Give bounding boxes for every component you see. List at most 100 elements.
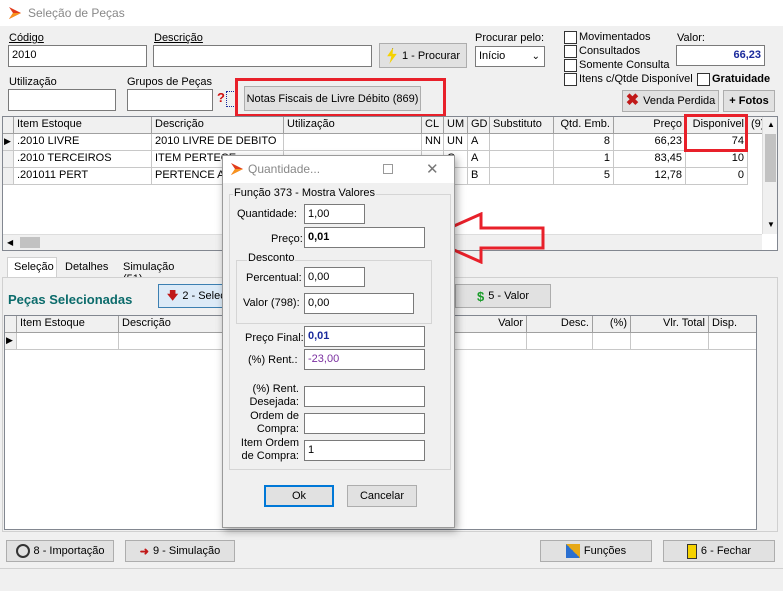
hscroll-thumb[interactable] <box>20 237 40 248</box>
valor-798-label: Valor (798): <box>243 297 300 309</box>
descricao-input[interactable] <box>153 45 372 67</box>
cancelar-button[interactable]: Cancelar <box>347 485 417 507</box>
table-cell[interactable] <box>490 134 554 151</box>
table-cell[interactable]: .201011 PERT <box>14 168 152 185</box>
table-cell[interactable]: 5 <box>554 168 614 185</box>
chevron-down-icon: ⌄ <box>531 51 540 62</box>
codigo-input[interactable]: 2010 <box>8 45 147 67</box>
item-ordem-input[interactable]: 1 <box>304 440 425 461</box>
quantidade-input[interactable]: 1,00 <box>304 204 365 224</box>
grupos-label: Grupos de Peças <box>127 76 212 88</box>
col-sel-disp[interactable]: Disp. <box>709 316 756 333</box>
table-cell[interactable] <box>490 168 554 185</box>
col-qtd-emb[interactable]: Qtd. Emb. <box>554 117 614 134</box>
tab-detalhes[interactable]: Detalhes <box>59 259 115 277</box>
scroll-down-icon[interactable]: ▼ <box>767 220 775 229</box>
table-cell[interactable]: .2010 TERCEIROS <box>14 151 152 168</box>
table-cell[interactable]: A <box>468 151 490 168</box>
col-utilizacao[interactable]: Utilização <box>284 117 422 134</box>
procurar-button[interactable]: 1 - Procurar <box>379 43 467 68</box>
table-cell[interactable] <box>593 333 631 350</box>
preco-input[interactable]: 0,01 <box>304 227 425 248</box>
venda-perdida-button[interactable]: ✖ Venda Perdida <box>622 90 719 112</box>
col-cl[interactable]: CL <box>422 117 444 134</box>
percentual-input[interactable]: 0,00 <box>304 267 365 287</box>
scroll-thumb[interactable] <box>765 134 776 182</box>
tab-selecao[interactable]: Seleção <box>7 257 57 277</box>
arrow-right-icon: ➜ <box>139 545 149 558</box>
selecionar-button[interactable]: 🡇 2 - Selec <box>158 284 228 308</box>
col-substituto[interactable]: Substituto <box>490 117 554 134</box>
ok-button[interactable]: Ok <box>264 485 334 507</box>
fechar-button[interactable]: 6 - Fechar <box>663 540 775 562</box>
close-icon: ✖ <box>625 92 640 109</box>
table-cell[interactable]: 1 <box>554 151 614 168</box>
col-sel-valor[interactable]: Valor <box>455 316 527 333</box>
rent-desejada-input[interactable] <box>304 386 425 407</box>
table-cell[interactable]: NN <box>422 134 444 151</box>
consultados-checkbox[interactable] <box>564 45 577 58</box>
table-cell[interactable]: A <box>468 134 490 151</box>
maximize-icon[interactable] <box>383 164 393 174</box>
table-cell[interactable] <box>631 333 709 350</box>
col-sel-desc[interactable]: Desc. <box>527 316 593 333</box>
fotos-button[interactable]: + Fotos <box>723 90 775 112</box>
table-cell[interactable] <box>709 333 756 350</box>
col-preco[interactable]: Preço <box>614 117 686 134</box>
itens-qtde-checkbox[interactable] <box>564 73 577 86</box>
importacao-button[interactable]: 8 - Importação <box>6 540 114 562</box>
table-cell[interactable]: 83,45 <box>614 151 686 168</box>
table-cell[interactable]: 66,23 <box>614 134 686 151</box>
funcoes-button[interactable]: Funções <box>540 540 652 562</box>
table-cell[interactable]: .2010 LIVRE <box>14 134 152 151</box>
question-icon[interactable]: ? <box>217 90 225 105</box>
table-cell[interactable]: 2010 LIVRE DE DEBITO <box>152 134 284 151</box>
scroll-up-icon[interactable]: ▲ <box>767 120 775 129</box>
vertical-scrollbar[interactable]: ▲ ▼ <box>762 117 777 234</box>
table-cell[interactable]: 12,78 <box>614 168 686 185</box>
grupos-input[interactable] <box>127 89 213 111</box>
gratuidade-checkbox[interactable] <box>697 73 710 86</box>
simulacao-button[interactable]: ➜ 9 - Simulação <box>125 540 235 562</box>
item-ordem-label: Item Ordem de Compra: <box>240 437 299 462</box>
rent-input[interactable]: -23,00 <box>304 349 425 370</box>
col-item-estoque[interactable]: Item Estoque <box>14 117 152 134</box>
tab-simulacao[interactable]: Simulação (51) <box>117 259 202 285</box>
valor-798-input[interactable]: 0,00 <box>304 293 414 314</box>
table-cell[interactable]: UN <box>444 134 468 151</box>
venda-perdida-label: Venda Perdida <box>643 95 716 107</box>
table-cell[interactable]: 10 <box>686 151 748 168</box>
disponivel-highlight <box>684 114 748 152</box>
col-descricao[interactable]: Descrição <box>152 117 284 134</box>
arrow-down-icon: 🡇 <box>167 289 179 302</box>
table-cell[interactable]: 8 <box>554 134 614 151</box>
table-cell[interactable] <box>490 151 554 168</box>
table-cell[interactable] <box>284 134 422 151</box>
rent-label: (%) Rent.: <box>248 354 298 366</box>
movimentados-checkbox[interactable] <box>564 31 577 44</box>
col-sel-item-estoque[interactable]: Item Estoque <box>17 316 119 333</box>
consultados-label: Consultados <box>579 45 641 57</box>
function-group-title: Função 373 - Mostra Valores <box>233 187 377 199</box>
table-cell[interactable] <box>17 333 119 350</box>
valor-input[interactable]: 66,23 <box>676 45 765 66</box>
col-sel-descricao[interactable]: Descrição <box>119 316 229 333</box>
col-sel-pct[interactable]: (%) <box>593 316 631 333</box>
col-sel-vlr-total[interactable]: Vlr. Total <box>631 316 709 333</box>
row-indicator-icon: ▶ <box>3 134 14 151</box>
procurar-pelo-select[interactable]: Início ⌄ <box>475 46 545 67</box>
table-cell[interactable]: 0 <box>686 168 748 185</box>
close-icon[interactable]: ✕ <box>426 160 439 178</box>
ordem-compra-input[interactable] <box>304 413 425 434</box>
table-cell[interactable] <box>455 333 527 350</box>
somente-consulta-checkbox[interactable] <box>564 59 577 72</box>
col-um[interactable]: UM <box>444 117 468 134</box>
table-cell[interactable] <box>527 333 593 350</box>
table-cell[interactable]: B <box>468 168 490 185</box>
col-gd[interactable]: GD <box>468 117 490 134</box>
utilizacao-input[interactable] <box>8 89 116 111</box>
preco-final-input[interactable]: 0,01 <box>304 326 425 347</box>
scroll-left-icon[interactable]: ◀ <box>7 238 13 247</box>
importacao-label: 8 - Importação <box>33 545 105 557</box>
valor-button[interactable]: $ 5 - Valor <box>455 284 551 308</box>
